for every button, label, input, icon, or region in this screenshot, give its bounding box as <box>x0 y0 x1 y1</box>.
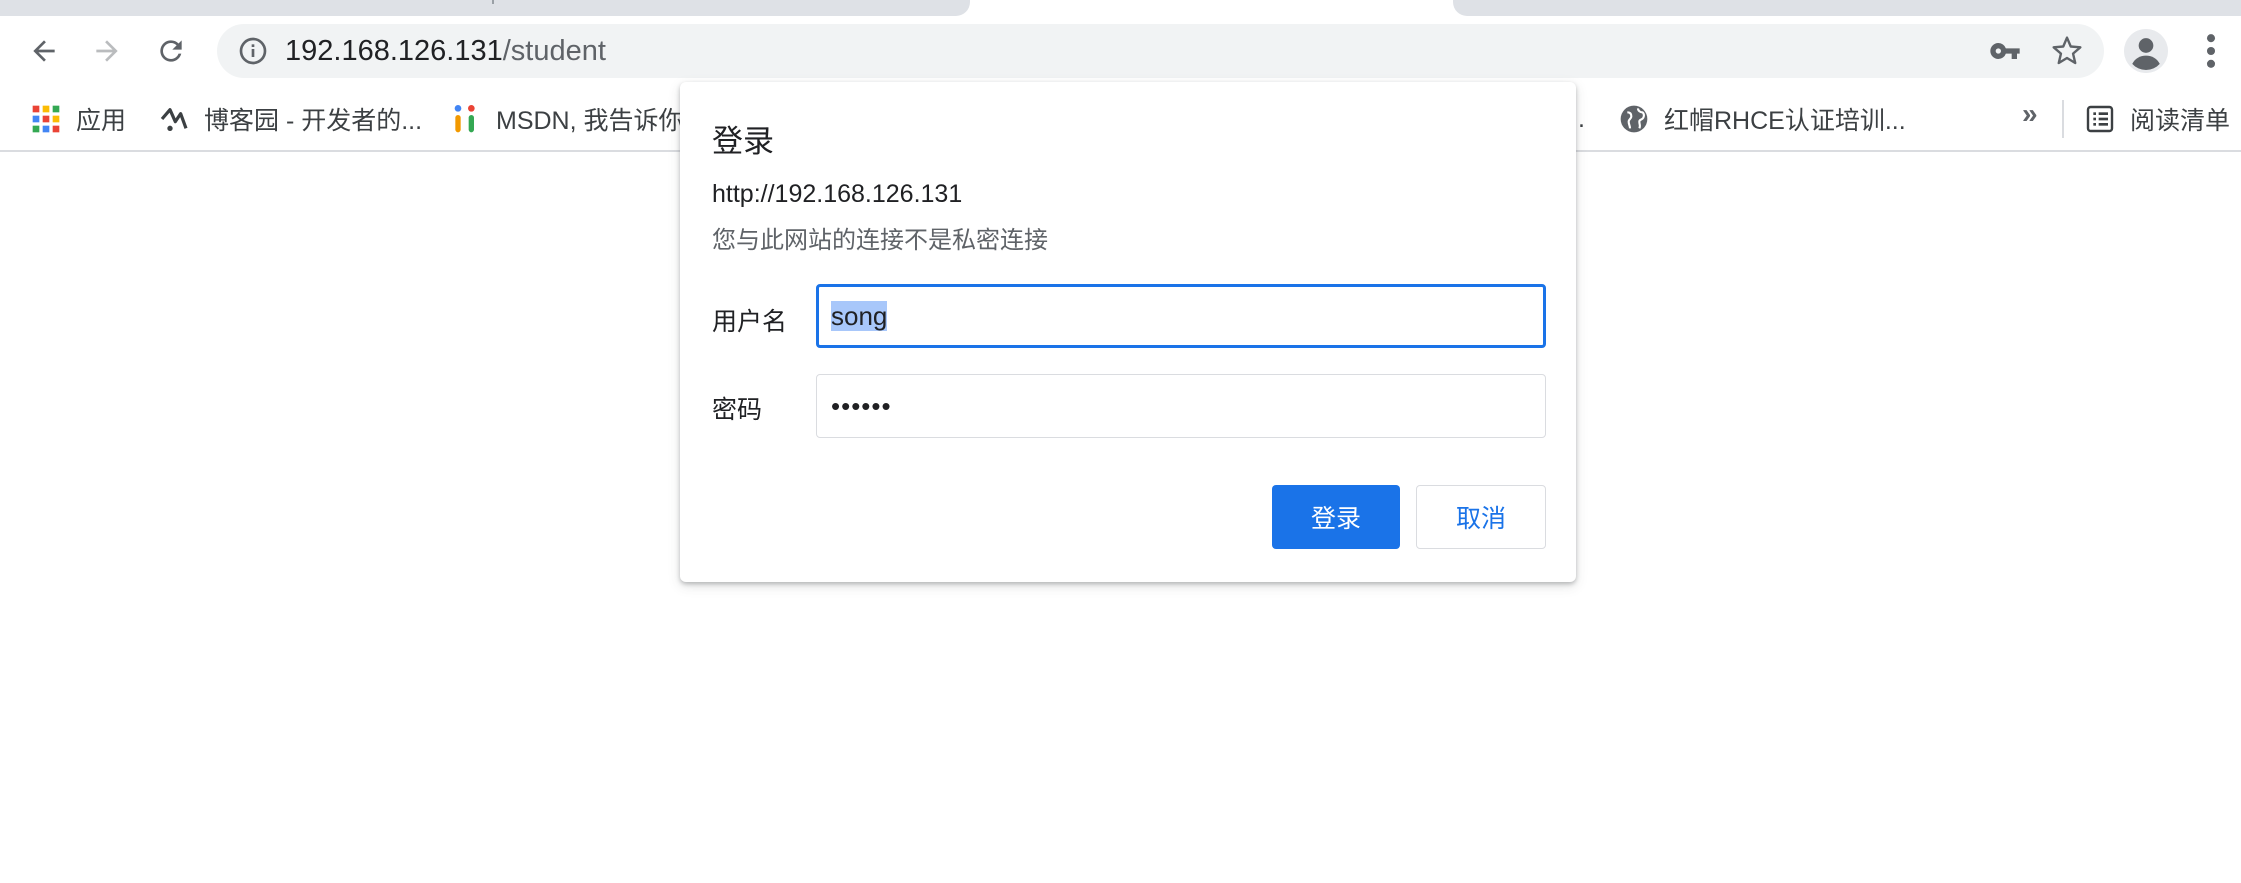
url-path: /student <box>502 35 606 67</box>
bookmark-msdn[interactable]: MSDN, 我告诉你 <box>450 86 684 152</box>
globe-icon <box>1620 105 1648 133</box>
login-dialog: 登录 http://192.168.126.131 您与此网站的连接不是私密连接… <box>680 82 1576 582</box>
bookmark-apps[interactable]: 应用 <box>30 86 126 152</box>
cancel-button[interactable]: 取消 <box>1416 485 1546 549</box>
bookmark-label: MSDN, 我告诉你 <box>496 107 684 135</box>
info-icon[interactable] <box>237 35 269 67</box>
bookmark-label: 红帽RHCE认证培训... <box>1664 107 1906 135</box>
reading-list-button[interactable]: 阅读清单 <box>2084 86 2230 152</box>
background-tab-left[interactable] <box>0 0 970 16</box>
back-button[interactable] <box>22 29 66 73</box>
person-icon <box>2124 29 2168 73</box>
arrow-left-icon <box>33 40 55 62</box>
forward-button[interactable] <box>85 29 129 73</box>
key-icon[interactable] <box>1989 35 2021 67</box>
tab-strip <box>0 0 2241 16</box>
bookmark-label: 应用 <box>76 107 127 135</box>
reading-list-label: 阅读清单 <box>2130 107 2231 135</box>
cnblogs-icon <box>160 108 188 131</box>
bookmark-truncated[interactable]: . <box>1578 86 1585 152</box>
dialog-title: 登录 <box>712 124 774 159</box>
apps-grid-icon <box>32 105 60 133</box>
arrow-right-icon <box>96 40 118 62</box>
msdn-icon <box>454 105 475 133</box>
username-value: song <box>831 301 888 331</box>
profile-avatar[interactable] <box>2124 29 2168 73</box>
url-host: 192.168.126.131 <box>285 35 503 67</box>
tab-separator <box>492 0 494 4</box>
password-label: 密码 <box>712 396 763 424</box>
reload-button[interactable] <box>149 29 193 73</box>
password-input[interactable]: •••••• <box>816 374 1546 438</box>
browser-toolbar: 192.168.126.131/student <box>0 16 2241 86</box>
login-button[interactable]: 登录 <box>1272 485 1400 549</box>
username-label: 用户名 <box>712 308 788 336</box>
bookmark-label: 博客园 - 开发者的... <box>204 107 423 135</box>
password-mask: •••••• <box>831 391 892 421</box>
bookmarks-overflow-button[interactable]: » <box>2022 98 2038 130</box>
background-tab-right[interactable] <box>1453 0 2241 16</box>
star-icon[interactable] <box>2051 35 2083 67</box>
bookmark-rhce[interactable]: 红帽RHCE认证培训... <box>1618 86 1906 152</box>
address-bar[interactable]: 192.168.126.131/student <box>217 24 2104 78</box>
dialog-origin: http://192.168.126.131 <box>712 180 963 208</box>
more-vert-icon[interactable] <box>2196 29 2226 73</box>
bookmark-label: . <box>1578 104 1585 133</box>
reload-icon <box>160 40 182 62</box>
bookmarks-divider <box>2062 100 2064 138</box>
url-text[interactable]: 192.168.126.131/student <box>285 24 606 78</box>
connection-warning: 您与此网站的连接不是私密连接 <box>712 227 1048 254</box>
reading-list-icon <box>2086 105 2114 133</box>
bookmark-cnblogs[interactable]: 博客园 - 开发者的... <box>158 86 422 152</box>
username-input[interactable]: song <box>816 284 1546 348</box>
